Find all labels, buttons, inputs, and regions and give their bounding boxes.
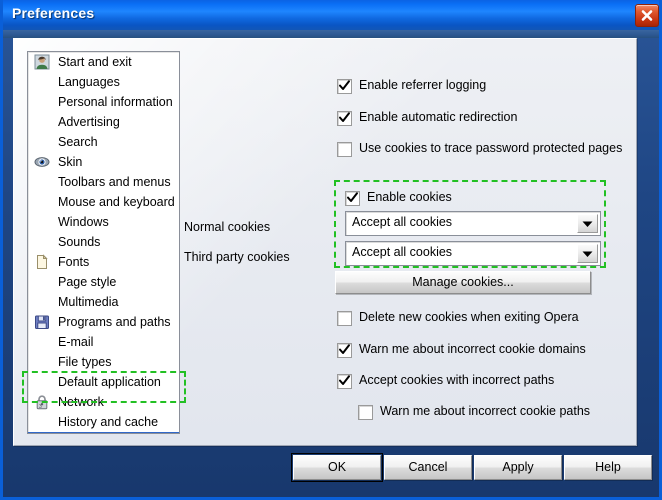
checkbox-label: Warn me about incorrect cookie paths <box>380 404 590 418</box>
window-title: Preferences <box>12 5 94 21</box>
checkbox-box[interactable] <box>337 111 352 126</box>
button-label: Cancel <box>385 456 471 479</box>
button-label: Apply <box>475 456 561 479</box>
ok-button[interactable]: OK <box>293 455 381 480</box>
checkbox-label: Warn me about incorrect cookie domains <box>359 342 586 356</box>
checkbox-label: Enable referrer logging <box>359 78 486 92</box>
checkbox-label: Enable automatic redirection <box>359 110 517 124</box>
title-underbar <box>3 30 662 38</box>
checkbox-box[interactable] <box>345 191 360 206</box>
select-value: Accept all cookies <box>352 245 452 259</box>
dialog-footer: OK Cancel Apply Help <box>3 444 662 500</box>
checkbox-label: Delete new cookies when exiting Opera <box>359 310 579 324</box>
checkbox-box[interactable] <box>358 405 373 420</box>
select-value: Accept all cookies <box>352 215 452 229</box>
manage-cookies-button[interactable]: Manage cookies... <box>335 271 591 294</box>
checkbox-box[interactable] <box>337 374 352 389</box>
privacy-settings-pane: Enable referrer logging Enable automatic… <box>14 39 636 445</box>
title-bar: Preferences <box>3 0 662 31</box>
button-label: Manage cookies... <box>336 272 590 293</box>
checkbox-box[interactable] <box>337 79 352 94</box>
checkbox-label: Accept cookies with incorrect paths <box>359 373 554 387</box>
checkbox-label: Enable cookies <box>367 190 452 204</box>
close-icon[interactable] <box>635 4 659 27</box>
select-normal-cookies[interactable]: Accept all cookies <box>345 211 601 236</box>
checkbox-box[interactable] <box>337 311 352 326</box>
chevron-down-icon[interactable] <box>577 244 598 263</box>
chevron-down-icon[interactable] <box>577 214 598 233</box>
label-third-party-cookies: Third party cookies <box>184 250 290 264</box>
checkbox-label: Use cookies to trace password protected … <box>359 141 622 155</box>
preferences-dialog: Preferences Start and exitLanguagesPerso… <box>0 0 662 500</box>
button-label: OK <box>294 456 380 479</box>
label-normal-cookies: Normal cookies <box>184 220 270 234</box>
dialog-body: Start and exitLanguagesPersonal informat… <box>13 38 637 446</box>
checkbox-box[interactable] <box>337 343 352 358</box>
select-third-party-cookies[interactable]: Accept all cookies <box>345 241 601 266</box>
checkbox-box[interactable] <box>337 142 352 157</box>
button-label: Help <box>565 456 651 479</box>
cancel-button[interactable]: Cancel <box>384 455 472 480</box>
help-button[interactable]: Help <box>564 455 652 480</box>
apply-button[interactable]: Apply <box>474 455 562 480</box>
